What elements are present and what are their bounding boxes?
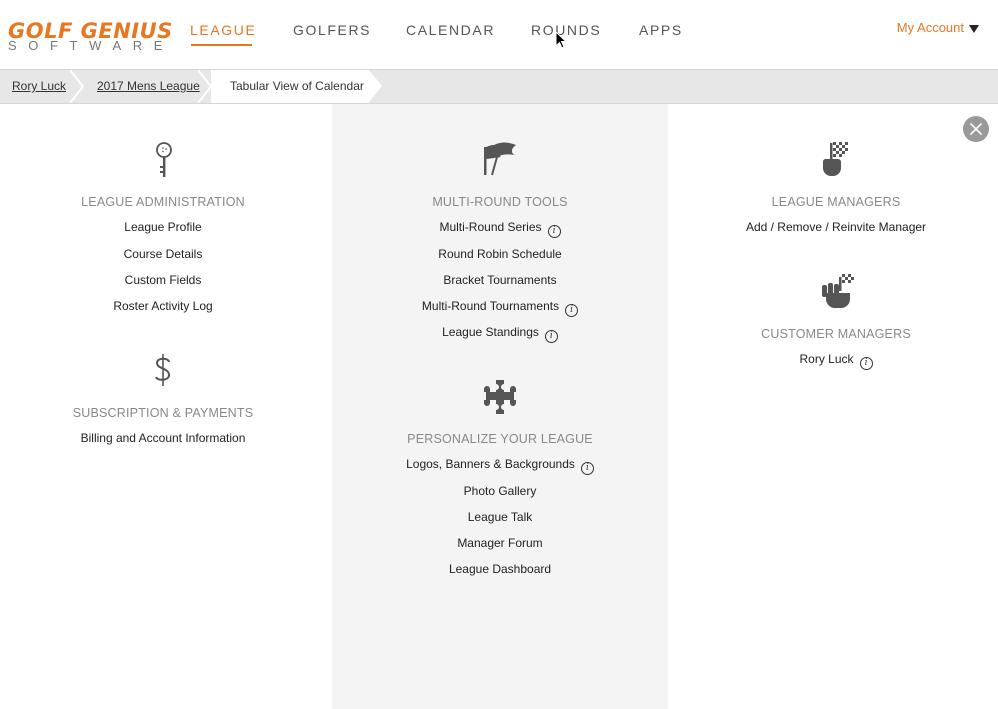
info-icon[interactable]: i xyxy=(547,225,561,238)
league-standings-link[interactable]: League Standings xyxy=(442,325,539,339)
breadcrumb-current: Tabular View of Calendar xyxy=(230,79,364,93)
my-account-menu[interactable]: My Account xyxy=(897,20,979,35)
customer-manager-link[interactable]: Rory Luck xyxy=(799,352,853,366)
nav-active-indicator xyxy=(191,44,252,46)
add-remove-reinvite-manager-link[interactable]: Add / Remove / Reinvite Manager xyxy=(668,220,998,234)
logo-subtext: SOFTWARE xyxy=(8,38,174,53)
photo-gallery-link[interactable]: Photo Gallery xyxy=(332,484,668,498)
league-dashboard-link[interactable]: League Dashboard xyxy=(332,562,668,576)
custom-fields-link[interactable]: Custom Fields xyxy=(0,273,326,287)
customer-managers-title: CUSTOMER MANAGERS xyxy=(761,327,911,341)
dollar-icon xyxy=(155,354,171,386)
multi-round-tournaments-link[interactable]: Multi-Round Tournaments xyxy=(422,299,559,313)
league-administration-title: LEAGUE ADMINISTRATION xyxy=(81,195,245,209)
info-icon[interactable]: i xyxy=(565,304,579,317)
round-robin-schedule-link[interactable]: Round Robin Schedule xyxy=(332,247,668,261)
breadcrumb-customer[interactable]: Rory Luck xyxy=(12,70,66,103)
course-details-link[interactable]: Course Details xyxy=(0,247,326,261)
fist-flag-icon xyxy=(822,274,854,308)
subscription-payments-title: SUBSCRIPTION & PAYMENTS xyxy=(72,406,254,420)
breadcrumb: Rory Luck 2017 Mens League Tabular View … xyxy=(0,69,998,104)
league-standings-row: League Standings i xyxy=(332,325,668,343)
breadcrumb-separator xyxy=(70,70,85,103)
roster-activity-log-link[interactable]: Roster Activity Log xyxy=(0,299,326,313)
league-talk-link[interactable]: League Talk xyxy=(332,510,668,524)
info-icon[interactable]: i xyxy=(544,330,558,343)
golf-genius-logo[interactable]: GOLF GENIUS SOFTWARE xyxy=(8,20,180,53)
info-icon[interactable]: i xyxy=(859,357,873,370)
nav-calendar[interactable]: CALENDAR xyxy=(406,22,495,38)
breadcrumb-current-tip xyxy=(369,70,382,102)
breadcrumb-league[interactable]: 2017 Mens League xyxy=(97,70,200,103)
close-icon xyxy=(970,123,982,135)
nav-league[interactable]: LEAGUE xyxy=(190,22,256,38)
finger-flag-icon xyxy=(822,142,848,176)
top-navigation-bar: GOLF GENIUS SOFTWARE LEAGUE GOLFERS CALE… xyxy=(0,0,998,69)
my-account-label: My Account xyxy=(896,20,964,35)
league-profile-link[interactable]: League Profile xyxy=(0,220,326,234)
puzzle-icon xyxy=(484,380,516,414)
manager-forum-link[interactable]: Manager Forum xyxy=(332,536,668,550)
key-icon xyxy=(156,142,172,177)
multi-round-tournaments-row: Multi-Round Tournaments i xyxy=(332,299,668,317)
bracket-tournaments-link[interactable]: Bracket Tournaments xyxy=(332,273,668,287)
customer-manager-row: Rory Luck i xyxy=(668,352,998,370)
league-managers-title: LEAGUE MANAGERS xyxy=(771,195,901,209)
personalize-league-title: PERSONALIZE YOUR LEAGUE xyxy=(407,432,593,446)
logos-banners-backgrounds-link[interactable]: Logos, Banners & Backgrounds xyxy=(406,457,575,471)
close-button[interactable] xyxy=(963,116,989,142)
nav-golfers[interactable]: GOLFERS xyxy=(293,22,371,38)
nav-apps[interactable]: APPS xyxy=(639,22,683,38)
flags-icon xyxy=(484,142,516,176)
billing-account-link[interactable]: Billing and Account Information xyxy=(0,431,326,445)
mouse-pointer-icon xyxy=(555,31,567,49)
multi-round-series-link[interactable]: Multi-Round Series xyxy=(439,220,541,234)
logos-banners-row: Logos, Banners & Backgrounds i xyxy=(332,457,668,475)
multi-round-tools-title: MULTI-ROUND TOOLS xyxy=(432,195,568,209)
info-icon[interactable]: i xyxy=(580,462,594,475)
multi-round-series-row: Multi-Round Series i xyxy=(332,220,668,238)
caret-down-icon xyxy=(969,24,979,33)
